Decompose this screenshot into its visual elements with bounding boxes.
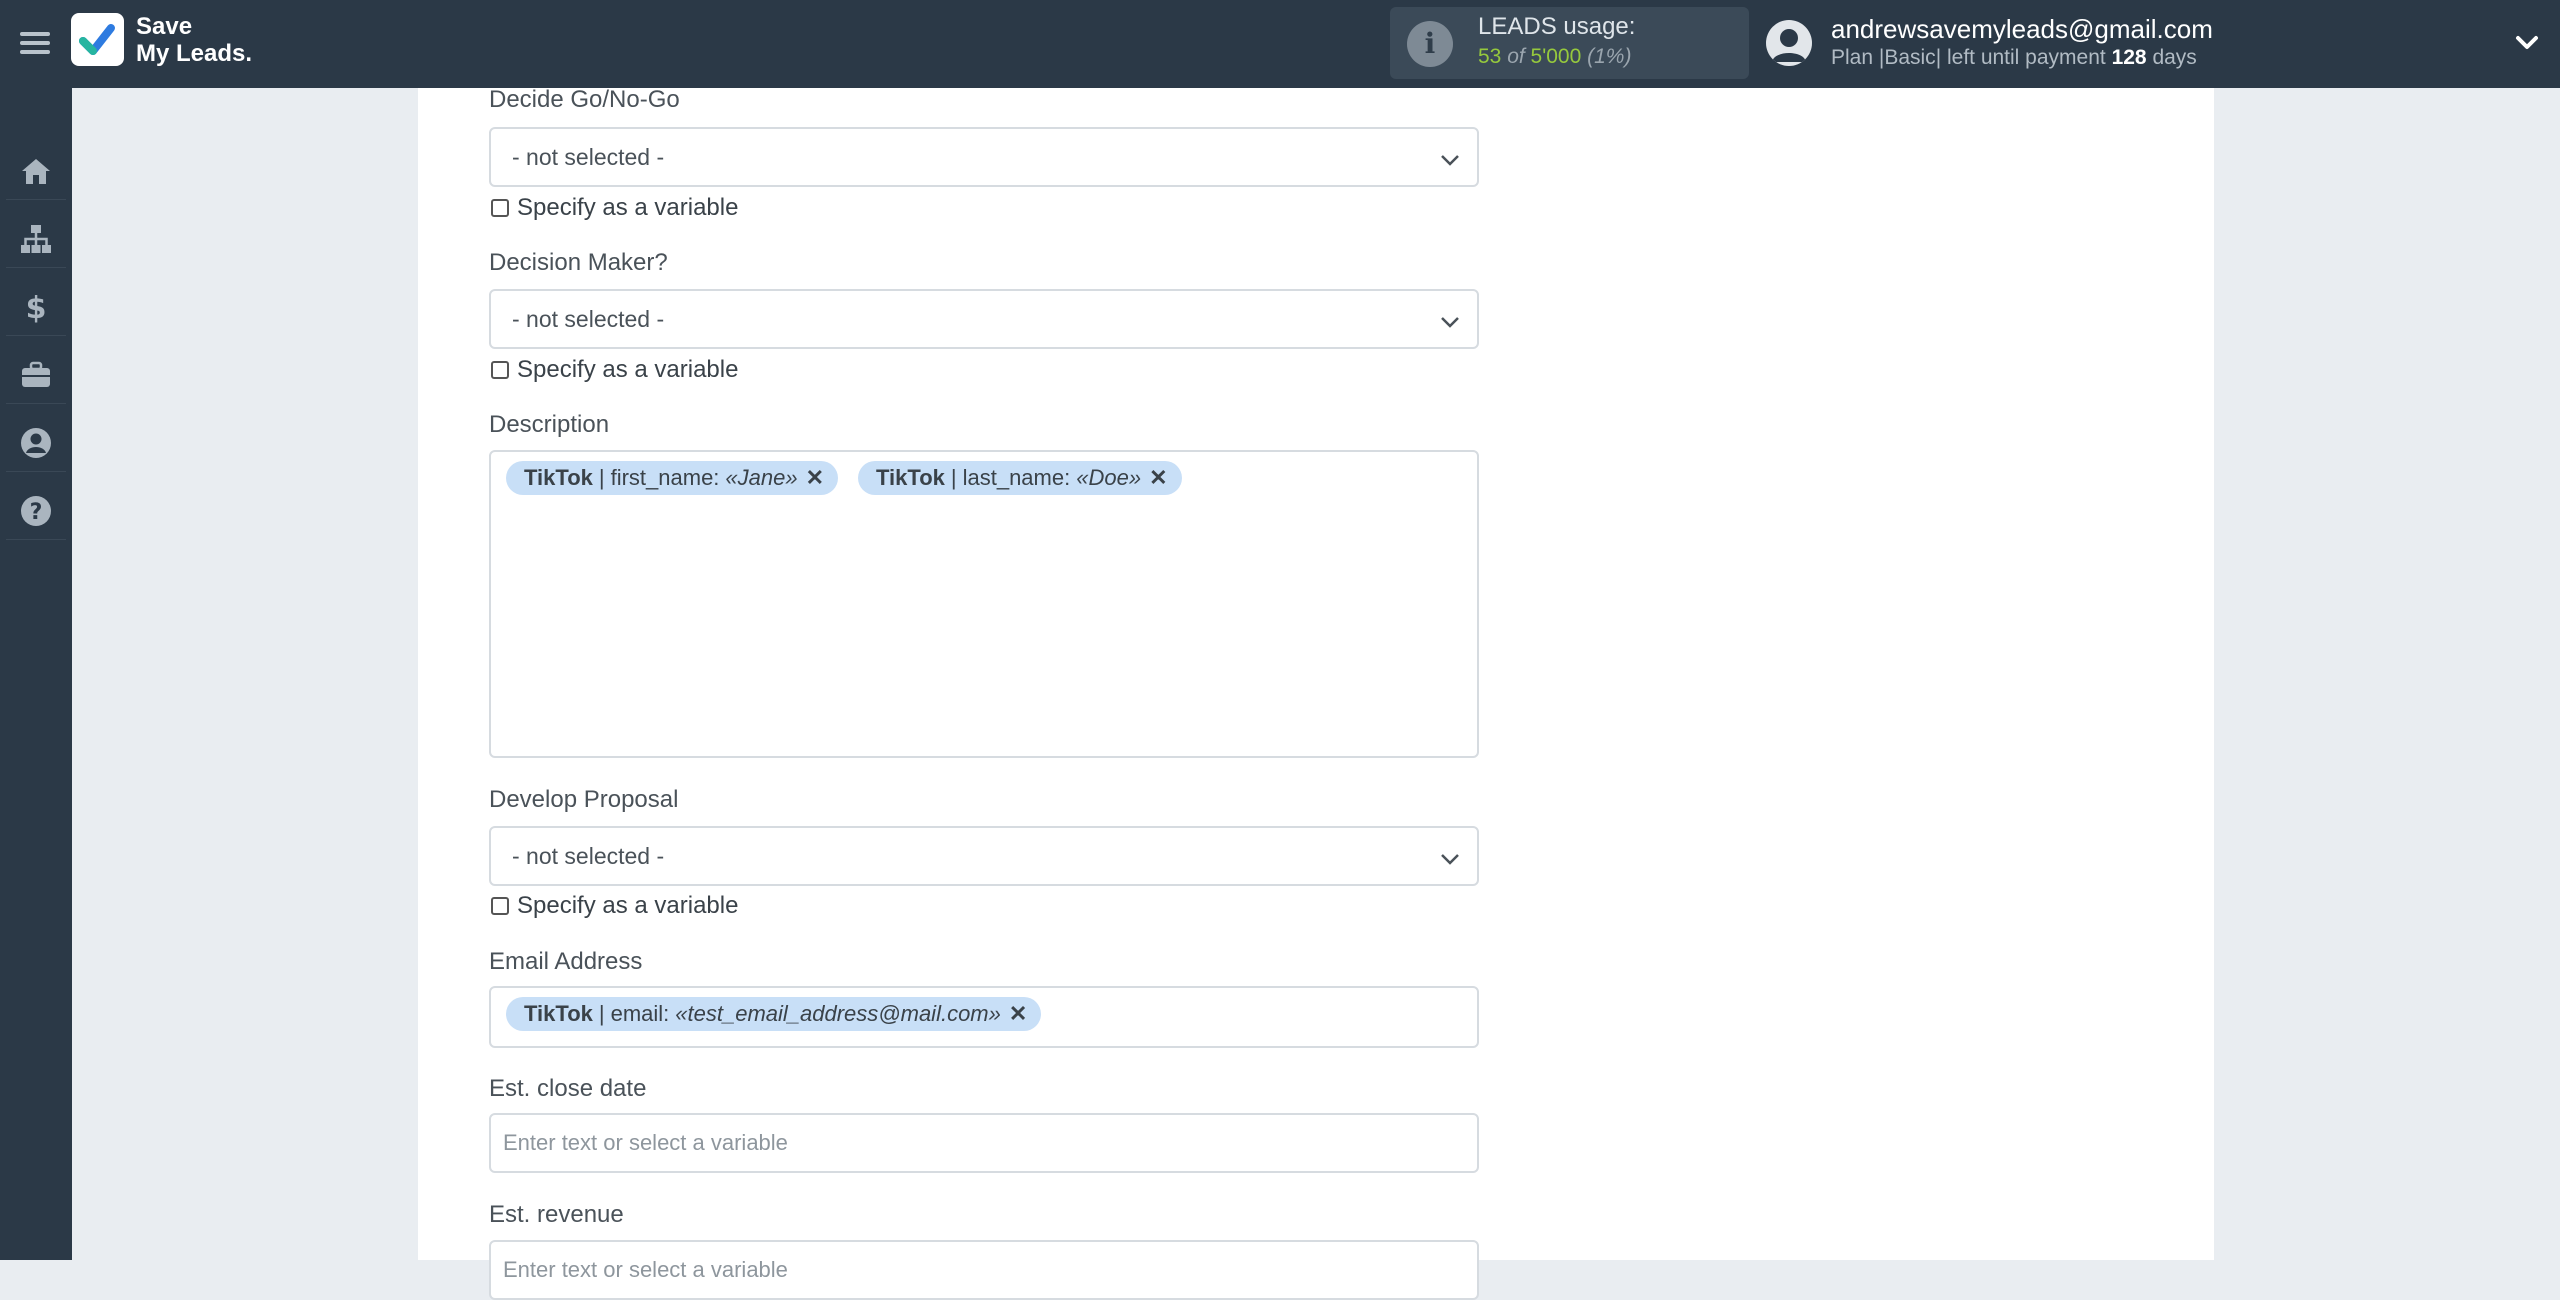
est-revenue-input[interactable] (489, 1240, 1479, 1300)
sidebar: $ ? (0, 88, 72, 1260)
tag-field: email: (610, 1001, 670, 1026)
chevron-down-icon (1441, 155, 1459, 166)
remove-tag-icon[interactable]: ✕ (1149, 465, 1167, 491)
email-tag[interactable]: TikTok | email: «test_email_address@mail… (506, 997, 1042, 1031)
user-plan: Plan |Basic| left until payment 128 days (1831, 46, 2197, 70)
user-avatar-icon[interactable] (1766, 20, 1812, 66)
dollar-icon: $ (26, 291, 47, 324)
email-address-label: Email Address (489, 948, 643, 975)
develop-proposal-variable-checkbox[interactable] (491, 897, 509, 915)
top-bar: Save My Leads. i LEADS usage: 53 of 5'00… (0, 0, 2560, 88)
decision-maker-variable-checkbox[interactable] (491, 361, 509, 379)
user-email[interactable]: andrewsavemyleads@gmail.com (1831, 14, 2213, 45)
decide-go-select[interactable]: - not selected - (489, 127, 1479, 187)
tag-value: «test_email_address@mail.com» (675, 1001, 1001, 1026)
decide-go-variable-label[interactable]: Specify as a variable (517, 194, 738, 222)
chevron-down-icon (1441, 317, 1459, 328)
svg-text:?: ? (30, 500, 43, 525)
home-icon (22, 159, 50, 184)
brand-line-2: My Leads. (136, 40, 253, 67)
description-label: Description (489, 411, 610, 438)
usage-count: 53 of 5'000 (1%) (1478, 45, 1631, 69)
tag-separator: | (598, 1001, 605, 1026)
logo-icon[interactable] (71, 13, 124, 66)
tag-separator: | (950, 465, 957, 490)
est-close-date-input[interactable] (489, 1113, 1479, 1173)
sidebar-item-help[interactable]: ? (6, 483, 66, 540)
decision-maker-label: Decision Maker? (489, 249, 668, 276)
sidebar-item-connections[interactable] (6, 211, 66, 268)
usage-title: LEADS usage: (1478, 13, 1636, 40)
info-icon: i (1407, 21, 1453, 67)
usage-of: of (1501, 45, 1531, 68)
briefcase-icon (22, 361, 50, 387)
decide-go-variable-row: Specify as a variable (491, 194, 738, 222)
description-tag-first-name[interactable]: TikTok | first_name: «Jane» ✕ (506, 461, 839, 495)
tag-source: TikTok (524, 1001, 593, 1026)
chevron-down-icon (1441, 854, 1459, 865)
sitemap-icon (21, 225, 51, 253)
question-circle-icon: ? (21, 496, 51, 526)
develop-proposal-variable-row: Specify as a variable (491, 892, 738, 920)
email-address-field[interactable]: TikTok | email: «test_email_address@mail… (489, 986, 1479, 1048)
sidebar-item-billing[interactable]: $ (6, 279, 66, 336)
decision-maker-value: - not selected - (512, 306, 665, 332)
tag-value: «Doe» (1076, 465, 1142, 490)
usage-percent: (1%) (1581, 45, 1632, 68)
decide-go-variable-checkbox[interactable] (491, 199, 509, 217)
decide-go-label: Decide Go/No-Go (489, 86, 680, 113)
sidebar-item-account[interactable] (6, 415, 66, 472)
decision-maker-variable-label[interactable]: Specify as a variable (517, 356, 738, 384)
usage-limit: 5'000 (1530, 45, 1582, 68)
sidebar-item-tools[interactable] (6, 347, 66, 404)
plan-name: Basic (1884, 46, 1936, 69)
est-revenue-label: Est. revenue (489, 1201, 624, 1228)
tag-source: TikTok (876, 465, 945, 490)
description-field[interactable]: TikTok | first_name: «Jane» ✕ TikTok | l… (489, 450, 1479, 758)
tag-source: TikTok (524, 465, 593, 490)
develop-proposal-select[interactable]: - not selected - (489, 826, 1479, 886)
user-circle-icon (21, 428, 51, 458)
decision-maker-select[interactable]: - not selected - (489, 289, 1479, 349)
plan-middle: | left until payment (1935, 46, 2112, 69)
plan-days-suffix: days (2146, 46, 2197, 69)
menu-hamburger-icon[interactable] (18, 26, 52, 60)
plan-days: 128 (2111, 46, 2147, 69)
tag-separator: | (598, 465, 605, 490)
leads-usage-panel: i LEADS usage: 53 of 5'000 (1%) (1390, 7, 1749, 79)
svg-text:$: $ (26, 291, 47, 324)
usage-used: 53 (1478, 45, 1502, 68)
remove-tag-icon[interactable]: ✕ (806, 465, 824, 491)
chevron-down-icon[interactable] (2512, 28, 2542, 58)
sidebar-item-home[interactable] (6, 143, 66, 200)
description-tag-last-name[interactable]: TikTok | last_name: «Doe» ✕ (858, 461, 1182, 495)
tag-value: «Jane» (725, 465, 798, 490)
brand-line-1: Save (136, 13, 193, 40)
decision-maker-variable-row: Specify as a variable (491, 356, 738, 384)
tag-field: first_name: (610, 465, 720, 490)
brand-name[interactable]: Save My Leads. (136, 13, 252, 67)
decide-go-value: - not selected - (512, 144, 665, 170)
develop-proposal-value: - not selected - (512, 843, 665, 869)
remove-tag-icon[interactable]: ✕ (1009, 1001, 1027, 1027)
tag-field: last_name: (962, 465, 1071, 490)
plan-prefix: Plan | (1831, 46, 1885, 69)
est-close-date-label: Est. close date (489, 1075, 647, 1102)
develop-proposal-variable-label[interactable]: Specify as a variable (517, 892, 738, 920)
develop-proposal-label: Develop Proposal (489, 786, 679, 813)
